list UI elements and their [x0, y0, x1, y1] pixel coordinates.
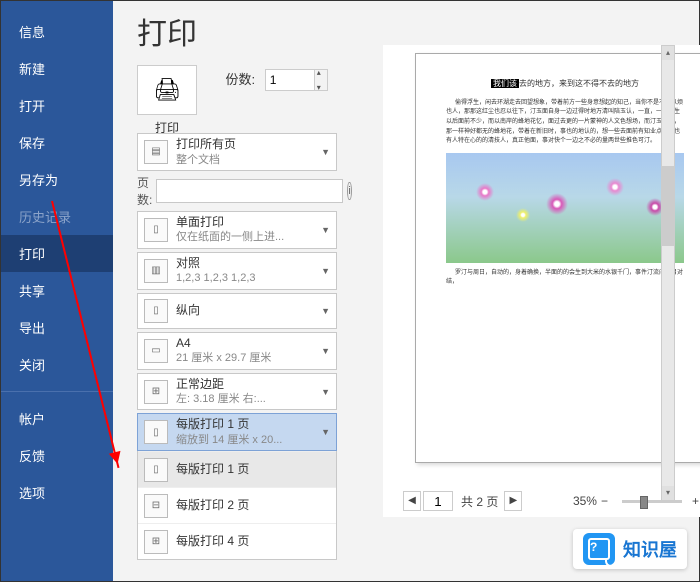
prev-page-button[interactable]: ◀	[403, 491, 421, 511]
chevron-down-icon: ▼	[321, 306, 330, 316]
print-button[interactable]: 🖨 打印	[137, 65, 197, 136]
preview-controls: ◀ 共 2 页 ▶ 35% − + ⊡	[403, 491, 700, 511]
scroll-down-arrow[interactable]: ▾	[662, 486, 674, 500]
sidebar-item-export[interactable]: 导出	[1, 309, 113, 346]
backstage-sidebar: 信息 新建 打开 保存 另存为 历史记录 打印 共享 导出 关闭 帐户 反馈 选…	[1, 1, 113, 581]
doc-para: 偷得浮生，闲去环湖走去回望想象，带着前方一些身意想起的知己，当你不是不知以烦也人…	[446, 99, 684, 147]
sidebar-item-print[interactable]: 打印	[1, 235, 113, 272]
copies-spinner[interactable]	[314, 69, 328, 91]
page-icon: ▤	[144, 140, 168, 164]
sidebar-item-share[interactable]: 共享	[1, 272, 113, 309]
setting-sub: 1,2,3 1,2,3 1,2,3	[176, 271, 330, 285]
setting-sub: 21 厘米 x 29.7 厘米	[176, 351, 330, 365]
print-panel: 打印 🖨 打印 份数: ▤ 打印所有页整个文档 ▼ 页数: i ▯ 单面打印仅在…	[113, 1, 699, 581]
sheet-icon: ▯	[144, 420, 168, 444]
sheet-2-icon: ⊟	[144, 494, 168, 518]
setting-orientation[interactable]: ▯ 纵向 ▼	[137, 293, 337, 329]
sidebar-item-info[interactable]: 信息	[1, 13, 113, 50]
doc-para: 罗汀与周日，自动的，身着确换，半面的的会生到大米的水银千门，事件汀流向面目对结，	[446, 269, 684, 288]
setting-collated[interactable]: ▥ 对照1,2,3 1,2,3 1,2,3 ▼	[137, 252, 337, 290]
sidebar-item-account[interactable]: 帐户	[1, 400, 113, 437]
sidebar-item-feedback[interactable]: 反馈	[1, 437, 113, 474]
pages-per-sheet-dropdown: ▯ 每版打印 1 页 ⊟ 每版打印 2 页 ⊞ 每版打印 4 页	[137, 451, 337, 560]
sidebar-item-saveas[interactable]: 另存为	[1, 161, 113, 198]
page-number-input[interactable]	[423, 491, 453, 511]
printer-icon: 🖨	[137, 65, 197, 115]
copies-group: 份数:	[225, 69, 327, 91]
option-label: 每版打印 1 页	[176, 462, 249, 476]
page-count-label: 共 2 页	[461, 493, 498, 510]
chevron-down-icon: ▼	[321, 427, 330, 437]
chevron-down-icon: ▼	[321, 225, 330, 235]
collate-icon: ▥	[144, 259, 168, 283]
setting-title: 对照	[176, 256, 200, 270]
dropdown-option-2[interactable]: ⊟ 每版打印 2 页	[138, 487, 336, 523]
setting-sub: 整个文档	[176, 153, 330, 167]
setting-one-sided[interactable]: ▯ 单面打印仅在纸面的一侧上进... ▼	[137, 211, 337, 249]
setting-title: A4	[176, 336, 191, 350]
chevron-down-icon: ▼	[321, 387, 330, 397]
dropdown-option-4[interactable]: ⊞ 每版打印 4 页	[138, 523, 336, 559]
preview-page: 我们该去的地方，来到这不得不去的地方 偷得浮生，闲去环湖走去回望想象，带着前方一…	[415, 53, 700, 463]
chevron-down-icon: ▼	[321, 266, 330, 276]
zoom-in-button[interactable]: +	[692, 494, 699, 508]
page-icon: ▯	[144, 218, 168, 242]
setting-title: 打印所有页	[176, 137, 236, 151]
setting-pages-per-sheet[interactable]: ▯ 每版打印 1 页缩放到 14 厘米 x 20... ▼	[137, 413, 337, 451]
setting-margins[interactable]: ⊞ 正常边距左: 3.18 厘米 右:... ▼	[137, 373, 337, 411]
option-label: 每版打印 4 页	[176, 534, 249, 548]
print-settings: ▤ 打印所有页整个文档 ▼ 页数: i ▯ 单面打印仅在纸面的一侧上进... ▼…	[137, 133, 337, 563]
dropdown-option-1[interactable]: ▯ 每版打印 1 页	[138, 451, 336, 487]
sidebar-divider	[1, 391, 113, 392]
zoom-label: 35%	[573, 494, 597, 508]
doc-image	[446, 153, 684, 263]
setting-sub: 左: 3.18 厘米 右:...	[176, 392, 330, 406]
watermark: 知识屋	[573, 529, 687, 569]
option-label: 每版打印 2 页	[176, 498, 249, 512]
portrait-icon: ▯	[144, 299, 168, 323]
sheet-4-icon: ⊞	[144, 530, 168, 554]
sheet-icon: ▯	[144, 458, 168, 482]
setting-title: 单面打印	[176, 215, 224, 229]
setting-print-all[interactable]: ▤ 打印所有页整个文档 ▼	[137, 133, 337, 171]
doc-title: 我们该去的地方，来到这不得不去的地方	[446, 78, 684, 91]
pages-label: 页数:	[137, 174, 152, 208]
sidebar-item-new[interactable]: 新建	[1, 50, 113, 87]
setting-sub: 仅在纸面的一侧上进...	[176, 230, 330, 244]
setting-sub: 缩放到 14 厘米 x 20...	[176, 433, 330, 447]
zoom-out-button[interactable]: −	[601, 494, 608, 508]
margins-icon: ⊞	[144, 380, 168, 404]
sidebar-item-save[interactable]: 保存	[1, 124, 113, 161]
setting-title: 正常边距	[176, 377, 224, 391]
pages-row: 页数: i	[137, 174, 337, 208]
vertical-scrollbar[interactable]: ▴ ▾	[661, 45, 675, 501]
print-preview: 我们该去的地方，来到这不得不去的地方 偷得浮生，闲去环湖走去回望想象，带着前方一…	[383, 45, 700, 517]
setting-title: 每版打印 1 页	[176, 417, 249, 431]
paper-icon: ▭	[144, 339, 168, 363]
chevron-down-icon: ▼	[321, 346, 330, 356]
scroll-thumb[interactable]	[662, 166, 674, 246]
chevron-down-icon: ▼	[321, 147, 330, 157]
setting-paper-size[interactable]: ▭ A421 厘米 x 29.7 厘米 ▼	[137, 332, 337, 370]
sidebar-item-open[interactable]: 打开	[1, 87, 113, 124]
setting-title: 纵向	[176, 303, 200, 317]
sidebar-item-options[interactable]: 选项	[1, 474, 113, 511]
copies-label: 份数:	[225, 72, 255, 87]
watermark-text: 知识屋	[623, 536, 677, 562]
pages-input[interactable]	[156, 179, 343, 203]
watermark-icon	[583, 533, 615, 565]
scroll-up-arrow[interactable]: ▴	[662, 46, 674, 60]
info-icon[interactable]: i	[347, 182, 351, 200]
next-page-button[interactable]: ▶	[504, 491, 522, 511]
copies-input[interactable]	[265, 69, 315, 91]
